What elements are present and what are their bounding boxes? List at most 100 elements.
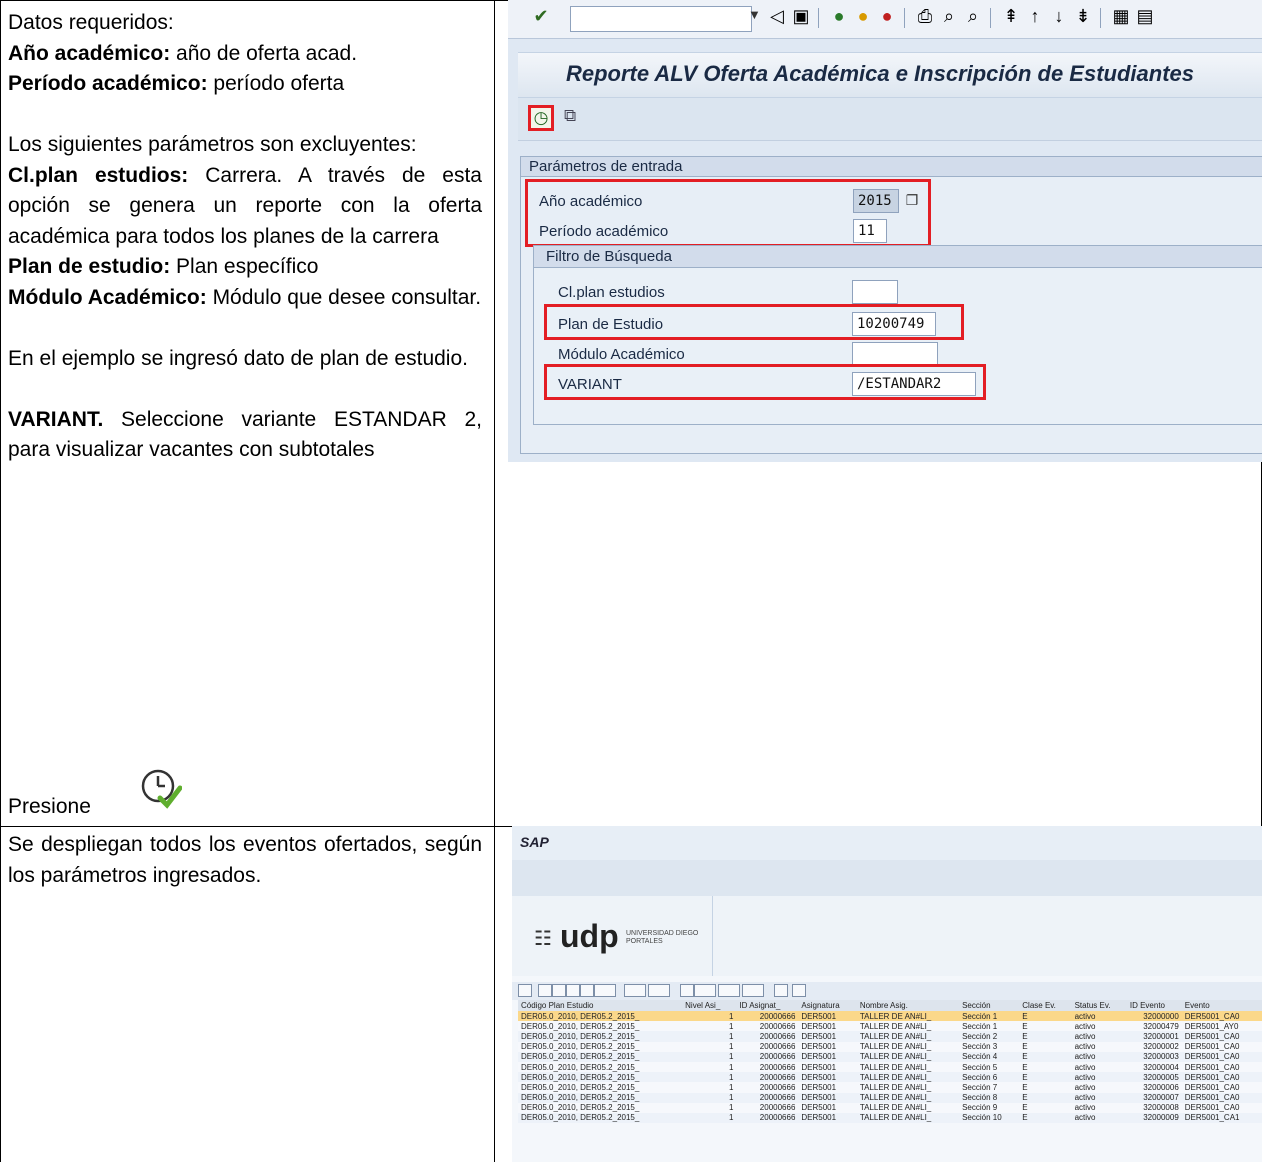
table-row[interactable]: DER05.0_2010, DER05.2_2015_ 1 20000666 DER5… bbox=[518, 1102, 1262, 1113]
column-header[interactable]: Sección bbox=[959, 1000, 1020, 1011]
table-cell: activo bbox=[1071, 1072, 1127, 1083]
report-header-area: ☷ udp UNIVERSIDAD DIEGO PORTALES bbox=[512, 896, 1262, 976]
table-cell: DER5001_CA0 bbox=[1181, 1031, 1262, 1042]
alv-header-row: Código Plan Estudio Nivel Asi_ ID Asigna… bbox=[518, 1000, 1262, 1011]
clplan-label: Cl.plan estudios bbox=[558, 284, 665, 301]
table-cell: 20000666 bbox=[736, 1112, 799, 1124]
alv-find-next-button[interactable] bbox=[580, 984, 594, 997]
table-cell: 1 bbox=[682, 1112, 737, 1124]
table-cell: 1 bbox=[682, 1021, 737, 1032]
alv-find-button[interactable] bbox=[566, 984, 580, 997]
previous-page-icon[interactable]: ↑ bbox=[1024, 5, 1046, 27]
alv-filter-button[interactable] bbox=[594, 984, 616, 997]
column-header[interactable]: ID Evento bbox=[1126, 1000, 1182, 1011]
column-header[interactable]: Nombre Asig. bbox=[856, 1000, 960, 1011]
column-header[interactable]: Evento bbox=[1181, 1000, 1262, 1011]
table-cell: DER05.0_2010, DER05.2_2015_ bbox=[518, 1102, 683, 1113]
table-cell: E bbox=[1019, 1011, 1072, 1022]
table-cell: 32000008 bbox=[1126, 1102, 1182, 1113]
save-icon[interactable]: ▣ bbox=[790, 5, 812, 27]
find-next-icon[interactable]: ⌕ bbox=[962, 5, 984, 27]
table-row[interactable]: DER05.0_2010, DER05.2_2015_ 1 20000666 DER5… bbox=[518, 1112, 1262, 1124]
table-cell: 32000003 bbox=[1126, 1051, 1182, 1062]
table-cell: DER05.0_2010, DER05.2_2015_ bbox=[518, 1051, 683, 1062]
alv-layout-button[interactable] bbox=[742, 984, 764, 997]
alv-print-button[interactable] bbox=[680, 984, 694, 997]
table-row[interactable]: DER05.0_2010, DER05.2_2015_ 1 20000666 DER5… bbox=[518, 1061, 1262, 1073]
table-row[interactable]: DER05.0_2010, DER05.2_2015_ 1 20000666 DER5… bbox=[518, 1051, 1262, 1062]
table-cell: TALLER DE AN#LI_ bbox=[856, 1061, 960, 1073]
column-header[interactable]: Asignatura bbox=[798, 1000, 857, 1011]
table-row[interactable]: DER05.0_2010, DER05.2_2015_ 1 20000666 DER5… bbox=[518, 1082, 1262, 1093]
table-cell: activo bbox=[1071, 1112, 1127, 1124]
year-instruction: Año académico: año de oferta acad. bbox=[8, 41, 358, 65]
result-description: Se despliegan todos los eventos ofertado… bbox=[8, 833, 482, 887]
table-cell: DER5001_CA0 bbox=[1181, 1102, 1262, 1113]
table-row[interactable]: DER05.0_2010, DER05.2_2015_ 1 20000666 DER5… bbox=[518, 1011, 1262, 1022]
last-page-icon[interactable]: ⇟ bbox=[1072, 5, 1094, 27]
modulo-label: Módulo Académico bbox=[558, 346, 685, 363]
alv-subtotal-button[interactable] bbox=[648, 984, 670, 997]
column-header[interactable]: Status Ev. bbox=[1071, 1000, 1127, 1011]
exit-icon[interactable]: ● bbox=[852, 5, 874, 27]
column-header[interactable]: Código Plan Estudio bbox=[518, 1000, 683, 1011]
alv-total-button[interactable] bbox=[624, 984, 646, 997]
table-row[interactable]: DER05.0_2010, DER05.2_2015_ 1 20000666 DER5… bbox=[518, 1031, 1262, 1042]
table-cell: 20000666 bbox=[736, 1072, 799, 1083]
table-cell: activo bbox=[1071, 1061, 1127, 1073]
alv-graphic-button[interactable] bbox=[774, 984, 788, 997]
command-dropdown-icon[interactable]: ▼ bbox=[748, 7, 761, 22]
table-cell: Sección 5 bbox=[959, 1061, 1020, 1073]
table-cell: TALLER DE AN#LI_ bbox=[856, 1072, 960, 1083]
table-cell: 20000666 bbox=[736, 1011, 799, 1022]
execute-button[interactable]: ◷ bbox=[528, 105, 554, 131]
column-header[interactable]: Clase Ev. bbox=[1019, 1000, 1072, 1011]
table-cell: DER05.0_2010, DER05.2_2015_ bbox=[518, 1072, 683, 1083]
alv-sort-asc-button[interactable] bbox=[538, 984, 552, 997]
table-row[interactable]: DER05.0_2010, DER05.2_2015_ 1 20000666 DER5… bbox=[518, 1092, 1262, 1103]
table-row[interactable]: DER05.0_2010, DER05.2_2015_ 1 20000666 DER5… bbox=[518, 1072, 1262, 1083]
table-cell: 1 bbox=[682, 1061, 737, 1073]
find-icon[interactable]: ⌕ bbox=[938, 5, 960, 27]
search-filter-title: Filtro de Búsqueda bbox=[534, 246, 1262, 268]
execute-clock-icon bbox=[138, 766, 183, 810]
enter-check-icon[interactable]: ✔ bbox=[530, 5, 552, 27]
clplan-input[interactable] bbox=[852, 280, 898, 304]
alv-export-button[interactable] bbox=[718, 984, 740, 997]
table-cell: 20000666 bbox=[736, 1051, 799, 1062]
table-cell: E bbox=[1019, 1082, 1072, 1093]
cancel-icon[interactable]: ● bbox=[876, 5, 898, 27]
table-cell: DER5001 bbox=[798, 1112, 857, 1124]
print-icon[interactable]: ⎙ bbox=[914, 5, 936, 27]
table-cell: DER05.0_2010, DER05.2_2015_ bbox=[518, 1092, 683, 1103]
modulo-input[interactable] bbox=[852, 342, 938, 366]
table-cell: 20000666 bbox=[736, 1031, 799, 1042]
instructions-cell: Datos requeridos: Año académico: año de … bbox=[8, 8, 482, 466]
alv-sort-desc-button[interactable] bbox=[552, 984, 566, 997]
plan-instruction: Plan de estudio: Plan específico bbox=[8, 255, 319, 278]
alv-details-button[interactable] bbox=[518, 984, 532, 997]
collapse-icon[interactable]: ◁ bbox=[766, 5, 788, 27]
table-cell: TALLER DE AN#LI_ bbox=[856, 1051, 960, 1062]
table-cell: Sección 2 bbox=[959, 1031, 1020, 1042]
get-variant-icon[interactable]: ⧉ bbox=[564, 106, 576, 126]
table-row[interactable]: DER05.0_2010, DER05.2_2015_ 1 20000666 DER5… bbox=[518, 1041, 1262, 1052]
table-row[interactable]: DER05.0_2010, DER05.2_2015_ 1 20000666 DER5… bbox=[518, 1021, 1262, 1032]
new-session-icon[interactable]: ▦ bbox=[1110, 5, 1132, 27]
alv-views-button[interactable] bbox=[694, 984, 716, 997]
first-page-icon[interactable]: ⇞ bbox=[1000, 5, 1022, 27]
table-cell: 1 bbox=[682, 1082, 737, 1093]
next-page-icon[interactable]: ↓ bbox=[1048, 5, 1070, 27]
year-period-highlight bbox=[525, 179, 931, 247]
table-cell: DER5001 bbox=[798, 1102, 857, 1113]
table-cell: 20000666 bbox=[736, 1021, 799, 1032]
shortcut-icon[interactable]: ▤ bbox=[1134, 5, 1156, 27]
table-cell: 1 bbox=[682, 1041, 737, 1052]
column-header[interactable]: ID Asignat_ bbox=[736, 1000, 799, 1011]
table-cell: DER5001_CA1 bbox=[1181, 1112, 1262, 1124]
table-cell: TALLER DE AN#LI_ bbox=[856, 1011, 960, 1022]
column-header[interactable]: Nivel Asi_ bbox=[682, 1000, 737, 1011]
back-icon[interactable]: ● bbox=[828, 5, 850, 27]
alv-info-button[interactable] bbox=[792, 984, 806, 997]
command-field[interactable] bbox=[570, 6, 752, 32]
